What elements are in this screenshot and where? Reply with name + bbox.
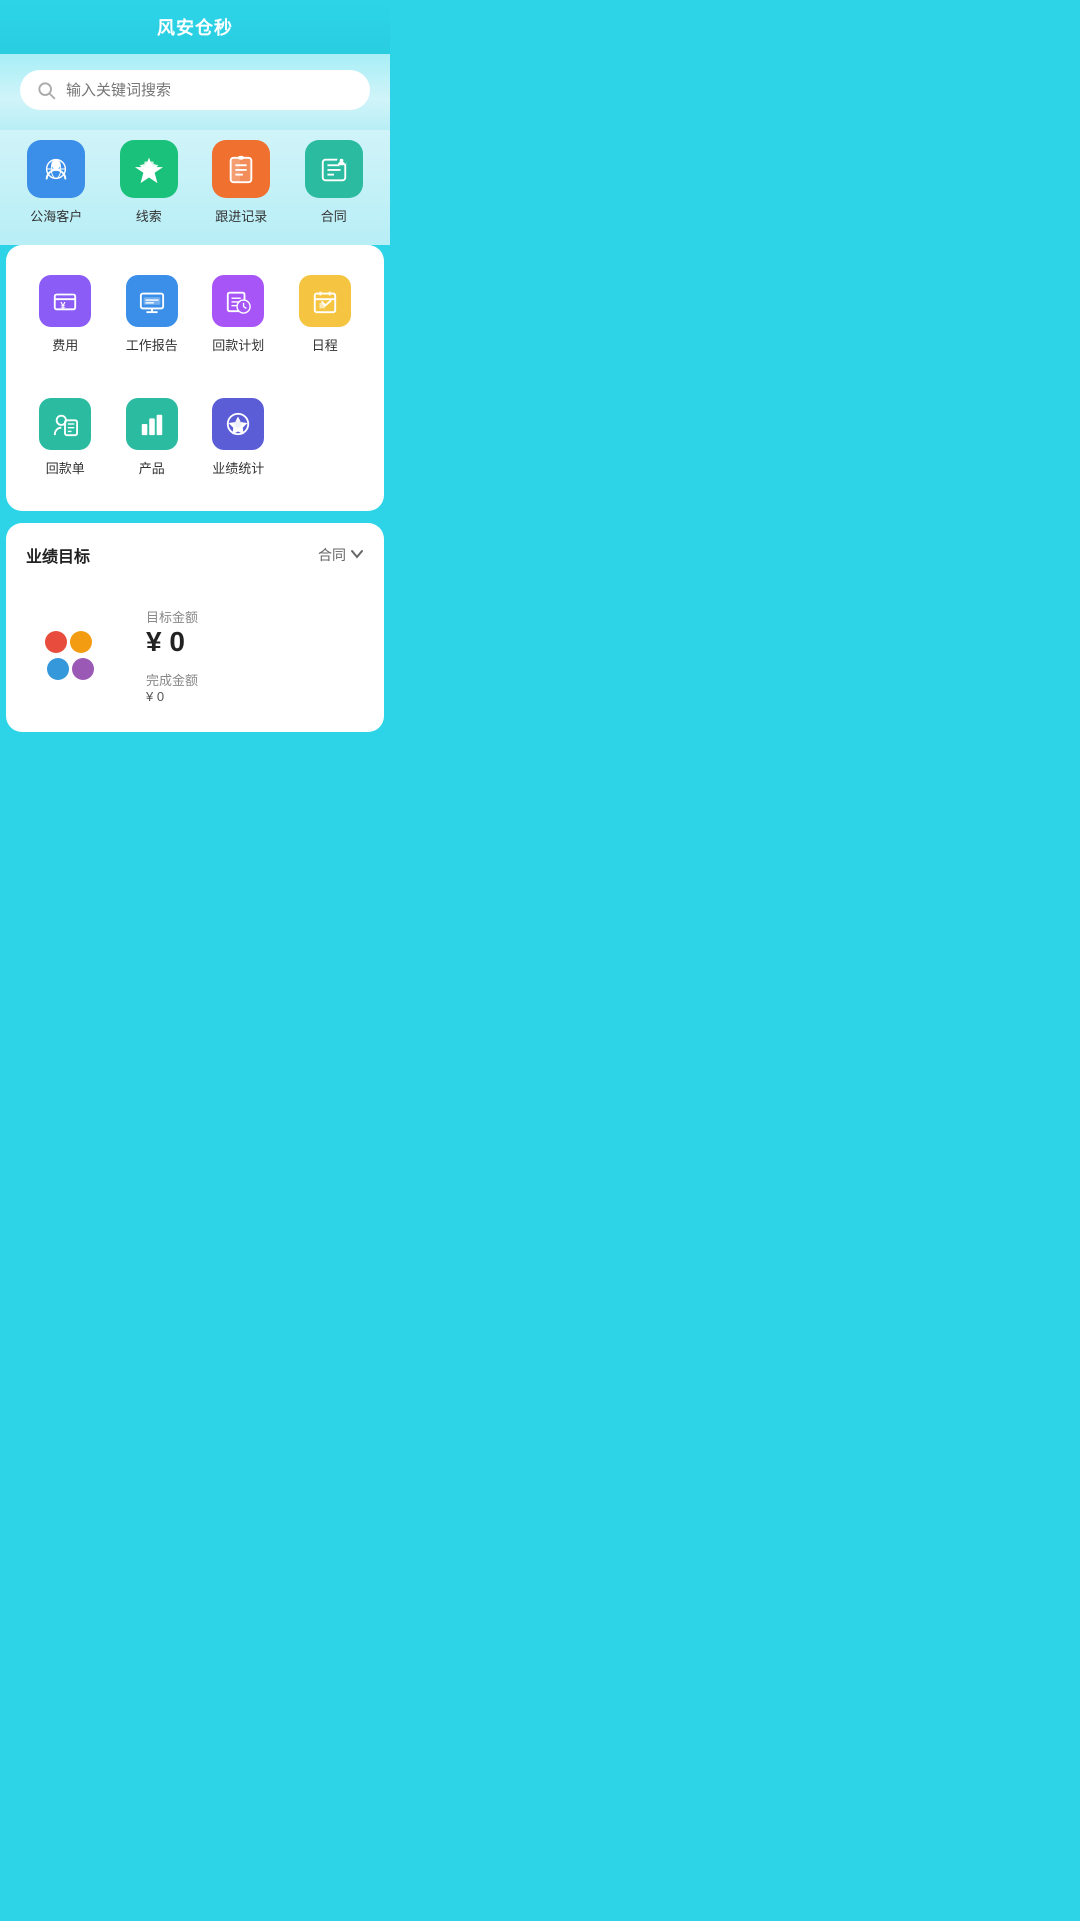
target-label: 目标金额 bbox=[146, 607, 198, 626]
target-value: ¥ 0 bbox=[146, 626, 198, 658]
nav-label-hetong: 合同 bbox=[321, 206, 347, 225]
menu-label-richeng: 日程 bbox=[312, 335, 338, 354]
complete-amount-block: 完成金额 ¥ 0 bbox=[146, 670, 198, 704]
feiyong-icon: ¥ bbox=[39, 275, 91, 327]
richeng-icon bbox=[299, 275, 351, 327]
yejitongji-icon bbox=[212, 398, 264, 450]
perf-filter-label: 合同 bbox=[318, 545, 346, 565]
chart-dots bbox=[45, 631, 97, 680]
menu-label-chanpin: 产品 bbox=[139, 458, 165, 477]
menu-item-chanpin[interactable]: 产品 bbox=[109, 388, 196, 487]
search-bar[interactable] bbox=[20, 70, 370, 110]
quick-nav: 公海客户 线索 bbox=[0, 130, 390, 245]
perf-card-body: 目标金额 ¥ 0 完成金额 ¥ 0 bbox=[26, 607, 364, 704]
menu-grid-row1: ¥ 费用 工作报告 bbox=[22, 265, 368, 364]
nav-item-xiansuo[interactable]: 线索 bbox=[120, 140, 178, 225]
app-title: 风安仓秒 bbox=[157, 18, 233, 38]
perf-chart bbox=[26, 611, 116, 701]
target-amount-block: 目标金额 ¥ 0 bbox=[146, 607, 198, 658]
dot-red bbox=[45, 631, 67, 653]
perf-card-header: 业绩目标 合同 bbox=[26, 543, 364, 567]
app-header: 风安仓秒 bbox=[0, 0, 390, 54]
menu-item-huikuandan[interactable]: 回款单 bbox=[22, 388, 109, 487]
performance-card: 业绩目标 合同 目标金额 ¥ 0 bbox=[6, 523, 384, 732]
xiansuo-icon bbox=[120, 140, 178, 198]
huikuandan-icon bbox=[39, 398, 91, 450]
dot-blue bbox=[47, 658, 69, 680]
complete-value: ¥ 0 bbox=[146, 689, 198, 704]
menu-grid-row2: 回款单 产品 业绩统计 bbox=[22, 388, 368, 487]
menu-item-richeng[interactable]: 日程 bbox=[282, 265, 369, 364]
menu-label-yejitongji: 业绩统计 bbox=[212, 458, 264, 477]
search-area bbox=[0, 54, 390, 130]
menu-label-huikuan: 回款计划 bbox=[212, 335, 264, 354]
menu-label-feiyong: 费用 bbox=[52, 335, 78, 354]
menu-item-empty bbox=[282, 388, 369, 487]
perf-filter-dropdown[interactable]: 合同 bbox=[318, 545, 364, 565]
dot-yellow bbox=[70, 631, 92, 653]
nav-label-genjin: 跟进记录 bbox=[215, 206, 267, 225]
hetong-icon bbox=[305, 140, 363, 198]
svg-text:¥: ¥ bbox=[61, 300, 67, 310]
gongzuo-icon bbox=[126, 275, 178, 327]
genjin-icon bbox=[212, 140, 270, 198]
menu-item-gongzuo[interactable]: 工作报告 bbox=[109, 265, 196, 364]
search-icon bbox=[36, 80, 56, 100]
complete-label: 完成金额 bbox=[146, 670, 198, 689]
menu-item-huikuan[interactable]: 回款计划 bbox=[195, 265, 282, 364]
menu-label-huikuandan: 回款单 bbox=[46, 458, 85, 477]
huikuan-icon bbox=[212, 275, 264, 327]
chanpin-icon bbox=[126, 398, 178, 450]
menu-item-feiyong[interactable]: ¥ 费用 bbox=[22, 265, 109, 364]
chevron-down-icon bbox=[350, 547, 364, 564]
gonghai-icon bbox=[27, 140, 85, 198]
menu-label-gongzuo: 工作报告 bbox=[126, 335, 178, 354]
menu-item-yejitongji[interactable]: 业绩统计 bbox=[195, 388, 282, 487]
nav-label-xiansuo: 线索 bbox=[136, 206, 162, 225]
menu-card: ¥ 费用 工作报告 bbox=[6, 245, 384, 511]
nav-label-gonghai: 公海客户 bbox=[30, 206, 82, 225]
nav-item-gonghai[interactable]: 公海客户 bbox=[27, 140, 85, 225]
perf-stats: 目标金额 ¥ 0 完成金额 ¥ 0 bbox=[146, 607, 198, 704]
search-input[interactable] bbox=[66, 82, 354, 99]
nav-item-hetong[interactable]: 合同 bbox=[305, 140, 363, 225]
nav-item-genjin[interactable]: 跟进记录 bbox=[212, 140, 270, 225]
perf-title: 业绩目标 bbox=[26, 543, 90, 567]
dot-purple bbox=[72, 658, 94, 680]
